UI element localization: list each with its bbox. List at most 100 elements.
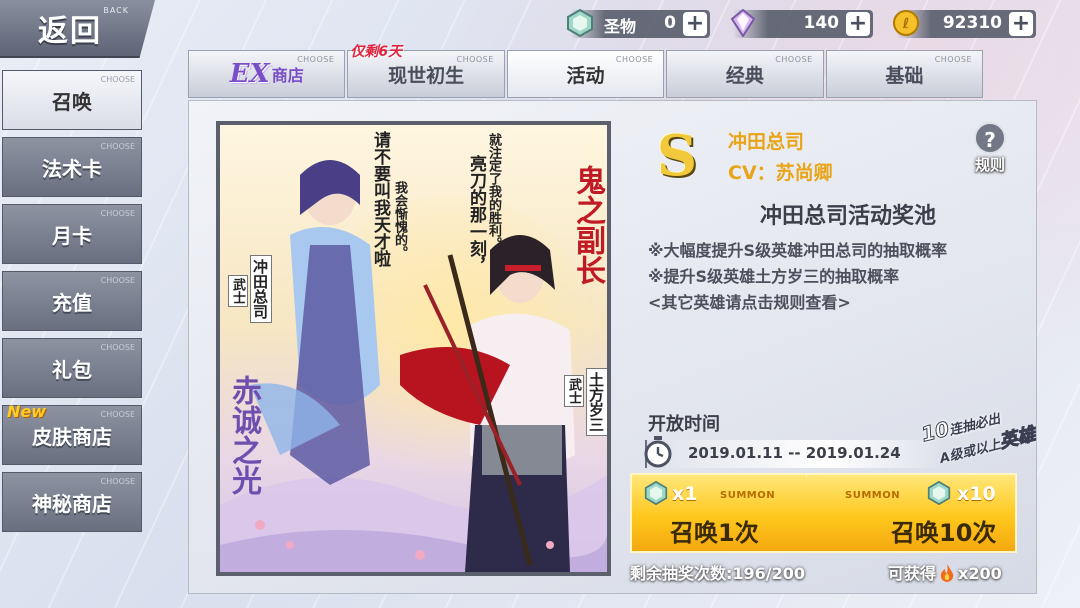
right-quote: 就注定了我的胜利。 <box>486 133 501 250</box>
tab-event[interactable]: 活动 CHOOSE <box>506 50 665 98</box>
coin-value: 92310 <box>942 13 1002 33</box>
gem-relic-icon <box>927 480 951 506</box>
summon-ten-button[interactable]: SUMMON x10 召唤10次 <box>805 473 1017 553</box>
tab-choose-label: CHOOSE <box>456 55 494 64</box>
tab-classic-label: 经典 <box>725 64 764 87</box>
sidebar-item-label: 召唤 <box>52 89 92 114</box>
summon-ten-cost: x10 <box>957 483 996 505</box>
sidebar-choose-label: CHOOSE <box>100 209 135 218</box>
sidebar-choose-label: CHOOSE <box>100 75 135 84</box>
ex-logo: EX <box>229 59 270 89</box>
obtain-reward: 可获得 x200 <box>888 560 1002 584</box>
sidebar-item-label: 法术卡 <box>42 156 102 181</box>
clock-icon <box>643 436 673 468</box>
summon-ten-label: 召唤10次 <box>891 519 997 547</box>
sidebar-item-label: 皮肤商店 <box>32 424 112 449</box>
left-quote: 请不要叫我天才啦 <box>370 131 390 267</box>
resource-coin: ℓ 92310 + <box>893 10 1036 38</box>
tab-ex-shop[interactable]: EX 商店 CHOOSE <box>188 50 346 98</box>
back-sublabel: BACK <box>103 6 129 15</box>
resource-relic: 圣物 0 + <box>567 9 710 38</box>
tab-classic[interactable]: 经典 CHOOSE <box>666 50 824 98</box>
resource-crystal: 140 + <box>730 9 873 38</box>
desc-line-1: ※大幅度提升S级英雄冲田总司的抽取概率 <box>648 241 948 260</box>
tab-choose-label: CHOOSE <box>297 55 335 64</box>
sidebar-item-monthly-card[interactable]: 月卡 CHOOSE <box>2 204 142 264</box>
back-label: 返回 <box>38 14 102 49</box>
hero-illustration <box>220 160 607 572</box>
tab-basic-label: 基础 <box>885 64 924 87</box>
pool-title: 冲田总司活动奖池 <box>760 204 937 229</box>
coin-icon: ℓ <box>890 7 922 39</box>
hero1-title: 赤诚之光 <box>226 375 261 495</box>
back-button[interactable]: 返回 BACK <box>0 0 155 58</box>
summon-tag: SUMMON <box>845 490 901 501</box>
crystal-value: 140 <box>803 13 840 33</box>
sidebar-item-gift-pack[interactable]: 礼包 CHOOSE <box>2 338 142 398</box>
relic-label: 圣物 <box>604 17 637 36</box>
rank-s-badge: S <box>656 123 698 189</box>
tab-basic[interactable]: 基础 CHOOSE <box>825 50 984 98</box>
hero2-title: 鬼之副长 <box>570 165 605 285</box>
desc-line-2: ※提升S级英雄土方岁三的抽取概率 <box>648 267 900 286</box>
flame-icon <box>939 564 955 582</box>
top-tabs: EX 商店 CHOOSE 仅剩6天 现世初生 CHOOSE 活动 CHOOSE … <box>188 44 984 98</box>
hero2-name-plate: 土方岁三 <box>586 368 607 436</box>
hero1-name-plate: 冲田总司 <box>250 255 272 323</box>
hero-artwork[interactable]: 请不要叫我天才啦 我会惭愧的。 就注定了我的胜利。 亮刀的那一刻， 鬼之副长 赤… <box>216 121 611 576</box>
left-quote-2: 我会惭愧的。 <box>392 181 407 259</box>
hero-name: 冲田总司 <box>728 131 805 153</box>
sidebar-item-mystery-shop[interactable]: 神秘商店 CHOOSE <box>2 472 142 532</box>
sidebar-item-label: 礼包 <box>52 357 92 382</box>
rules-label: 规则 <box>974 156 1005 174</box>
desc-line-3: <其它英雄请点击规则查看> <box>648 293 851 312</box>
sidebar-item-label: 神秘商店 <box>32 491 112 516</box>
crystal-add-button[interactable]: + <box>846 12 870 36</box>
question-icon: ? <box>974 122 1006 154</box>
hero-cv: CV：苏尚卿 <box>728 162 833 184</box>
summon-once-label: 召唤1次 <box>670 519 759 547</box>
sidebar-item-recharge[interactable]: 充值 CHOOSE <box>2 271 142 331</box>
tab-current-label: 现世初生 <box>388 64 465 87</box>
obtain-value: x200 <box>958 564 1002 583</box>
promo-line2a: A级或以上 <box>938 437 1003 467</box>
gem-relic-icon <box>564 7 596 39</box>
limited-time-badge: 仅剩6天 <box>350 44 403 60</box>
tab-event-label: 活动 <box>566 64 605 87</box>
relic-add-button[interactable]: + <box>683 12 707 36</box>
tab-current[interactable]: 仅剩6天 现世初生 CHOOSE <box>347 44 505 98</box>
new-badge: New <box>7 402 47 421</box>
tab-choose-label: CHOOSE <box>615 55 654 64</box>
sidebar-item-skin-shop[interactable]: New 皮肤商店 CHOOSE <box>2 402 142 465</box>
tab-choose-label: CHOOSE <box>775 55 813 64</box>
sidebar-choose-label: CHOOSE <box>100 142 135 151</box>
open-time-range: 2019.01.11 -- 2019.01.24 <box>688 444 901 462</box>
obtain-label: 可获得 <box>888 564 937 583</box>
crystal-icon <box>727 7 759 39</box>
gem-relic-icon <box>644 480 668 506</box>
sidebar-item-label: 月卡 <box>52 223 92 248</box>
open-time-label: 开放时间 <box>648 414 720 435</box>
sidebar-item-label: 充值 <box>52 290 92 315</box>
sidebar-choose-label: CHOOSE <box>100 477 135 486</box>
summon-once-cost: x1 <box>672 483 698 505</box>
relic-value: 0 <box>664 13 676 33</box>
tab-ex-shop-label: 商店 <box>271 66 304 85</box>
hero2-class-plate: 武士 <box>564 375 584 407</box>
right-quote-2: 亮刀的那一刻， <box>466 155 486 274</box>
pool-description: ※大幅度提升S级英雄冲田总司的抽取概率 ※提升S级英雄土方岁三的抽取概率 <其它… <box>648 238 1028 316</box>
sidebar-item-summon[interactable]: 召唤 CHOOSE <box>2 70 142 130</box>
rules-button[interactable]: ? 规则 <box>966 122 1014 180</box>
coin-add-button[interactable]: + <box>1009 12 1033 36</box>
svg-text:ℓ: ℓ <box>902 16 910 32</box>
sidebar: 召唤 CHOOSE 法术卡 CHOOSE 月卡 CHOOSE 充值 CHOOSE… <box>2 70 142 539</box>
summon-tag: SUMMON <box>720 490 776 501</box>
sidebar-choose-label: CHOOSE <box>100 410 135 419</box>
hero1-class-plate: 武士 <box>228 275 248 307</box>
sidebar-choose-label: CHOOSE <box>100 343 135 352</box>
remaining-draws: 剩余抽奖次数:196/200 <box>630 564 806 583</box>
sidebar-choose-label: CHOOSE <box>100 276 135 285</box>
tab-choose-label: CHOOSE <box>934 55 973 64</box>
promo-line2b: 英雄 <box>997 423 1038 453</box>
sidebar-item-spell-card[interactable]: 法术卡 CHOOSE <box>2 137 142 197</box>
